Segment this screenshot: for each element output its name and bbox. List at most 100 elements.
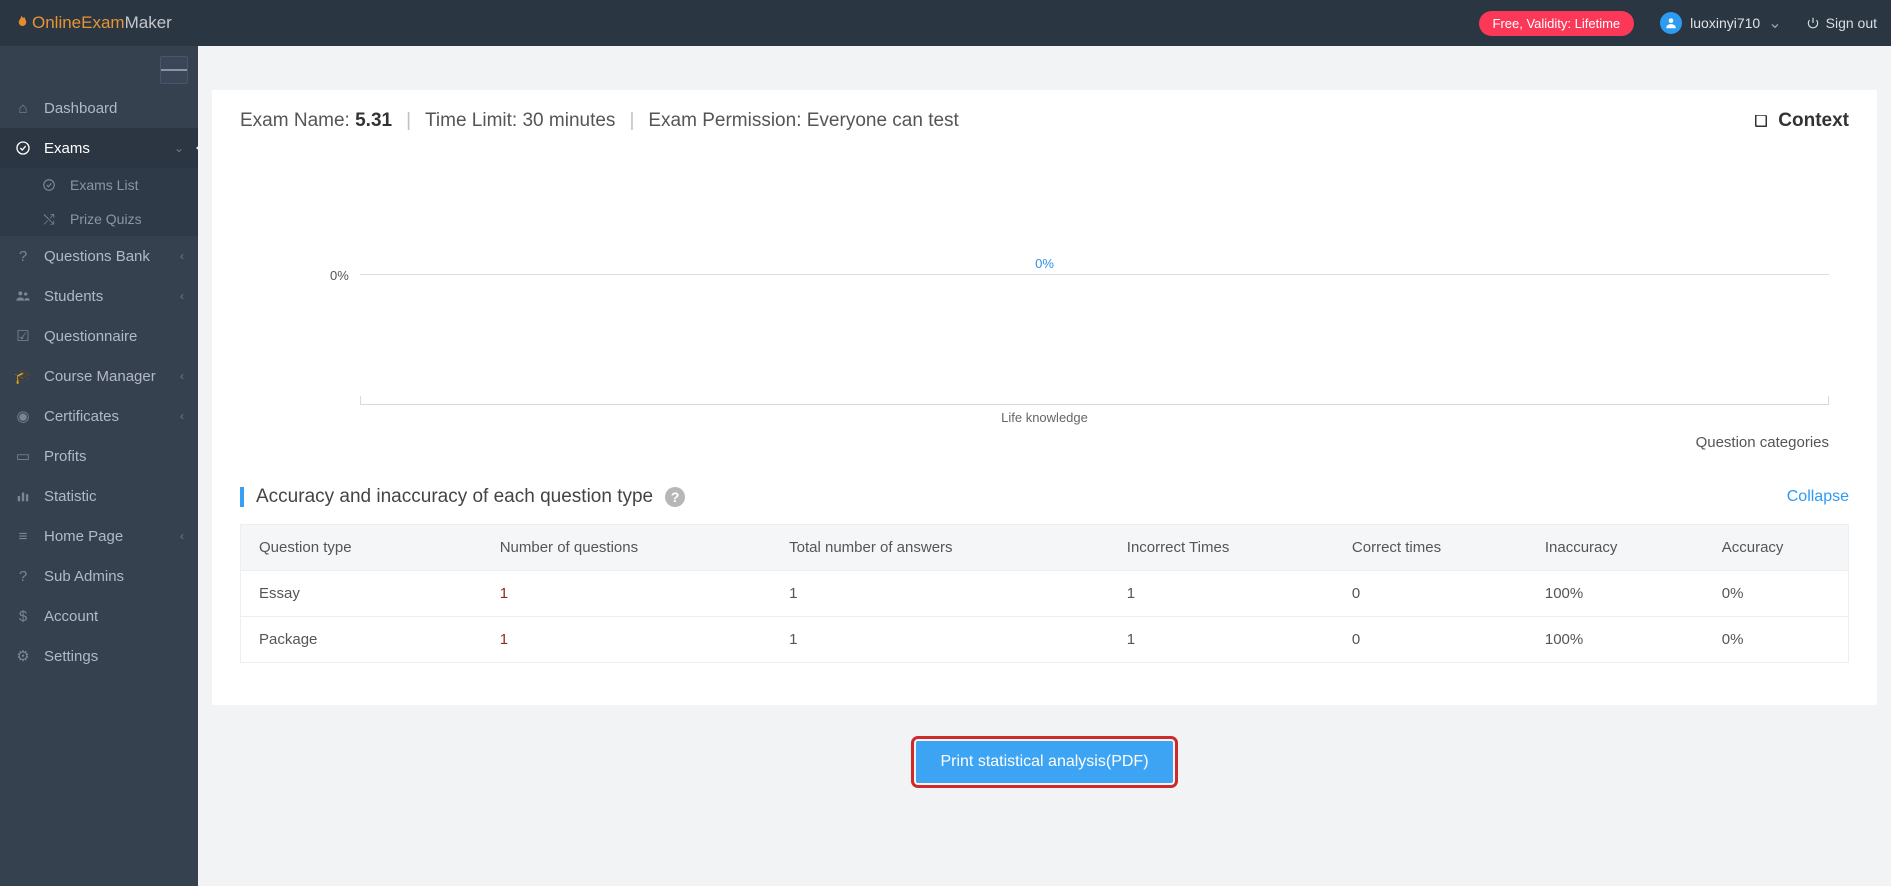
- chart-x-axis-title: Question categories: [1696, 434, 1829, 451]
- graduation-icon: 🎓: [14, 367, 32, 385]
- table-row: Package 1 1 1 0 100% 0%: [241, 617, 1849, 663]
- bar-chart-icon: [14, 489, 32, 503]
- exam-header: Exam Name: 5.31 | Time Limit: 30 minutes…: [212, 90, 1877, 152]
- chevron-down-icon: ⌄: [174, 141, 184, 155]
- table-cell: 0: [1334, 571, 1527, 617]
- collapse-button[interactable]: Collapse: [1787, 488, 1849, 506]
- accuracy-table: Question type Number of questions Total …: [240, 524, 1849, 663]
- table-cell: 1: [1109, 617, 1334, 663]
- sidebar-item-profits[interactable]: ▭ Profits: [0, 436, 198, 476]
- chart-x-category: Life knowledge: [1001, 410, 1088, 425]
- gear-icon: ⚙: [14, 647, 32, 665]
- exam-name: Exam Name: 5.31: [240, 110, 392, 132]
- table-cell: 0%: [1704, 571, 1849, 617]
- help-icon[interactable]: ?: [665, 487, 685, 507]
- table-header: Question type: [241, 525, 482, 571]
- exam-name-value: 5.31: [355, 110, 392, 131]
- sidebar-toggle[interactable]: [160, 56, 188, 84]
- question-icon: ?: [14, 248, 32, 265]
- sidebar-item-label: Certificates: [44, 408, 168, 425]
- table-header: Accuracy: [1704, 525, 1849, 571]
- exam-name-label: Exam Name:: [240, 110, 355, 131]
- table-header: Number of questions: [482, 525, 771, 571]
- users-icon: [14, 288, 32, 304]
- sidebar-item-exams-list[interactable]: Exams List: [0, 168, 198, 202]
- signout-button[interactable]: Sign out: [1806, 15, 1877, 31]
- table-cell: Package: [241, 617, 482, 663]
- chevron-left-icon: ‹: [180, 289, 184, 303]
- divider: |: [629, 110, 634, 132]
- sidebar-item-label: Course Manager: [44, 368, 168, 385]
- exam-permission: Exam Permission: Everyone can test: [648, 110, 958, 132]
- sidebar-item-label: Questionnaire: [44, 328, 184, 345]
- brand-text-b: Maker: [125, 13, 172, 32]
- check-circle-icon: [14, 140, 32, 156]
- sidebar-item-label: Dashboard: [44, 100, 184, 117]
- section-accent: [240, 487, 244, 507]
- sidebar-item-label: Prize Quizs: [70, 211, 184, 227]
- flame-icon: [12, 14, 30, 32]
- chevron-left-icon: ‹: [180, 409, 184, 423]
- sidebar-item-students[interactable]: Students ‹: [0, 276, 198, 316]
- context-button[interactable]: Context: [1752, 110, 1849, 132]
- main-content: Exam Name: 5.31 | Time Limit: 30 minutes…: [198, 46, 1891, 886]
- table-cell: 100%: [1527, 571, 1704, 617]
- question-icon: ?: [14, 568, 32, 585]
- sidebar-item-label: Exams List: [70, 177, 184, 193]
- plan-badge[interactable]: Free, Validity: Lifetime: [1479, 11, 1635, 36]
- topbar: OnlineExamMaker Free, Validity: Lifetime…: [0, 0, 1891, 46]
- body-card: 0% 0% Life knowledge Question categories…: [212, 152, 1877, 705]
- sidebar-item-questionnaire[interactable]: ☑ Questionnaire: [0, 316, 198, 356]
- sidebar-item-settings[interactable]: ⚙ Settings: [0, 636, 198, 676]
- signout-label: Sign out: [1826, 15, 1877, 31]
- table-header: Inaccuracy: [1527, 525, 1704, 571]
- table-cell: 1: [771, 571, 1109, 617]
- sidebar-item-label: Home Page: [44, 528, 168, 545]
- sidebar-item-label: Profits: [44, 448, 184, 465]
- table-cell[interactable]: 1: [482, 571, 771, 617]
- user-menu[interactable]: luoxinyi710 ⌄: [1660, 12, 1781, 34]
- chart-tick: [360, 396, 361, 404]
- table-header: Correct times: [1334, 525, 1527, 571]
- table-cell: 1: [1109, 571, 1334, 617]
- chevron-left-icon: ‹: [180, 369, 184, 383]
- check-circle-icon: [40, 178, 58, 192]
- sidebar-item-label: Exams: [44, 140, 162, 157]
- chevron-down-icon: ⌄: [1768, 13, 1781, 33]
- table-cell: 100%: [1527, 617, 1704, 663]
- username-label: luoxinyi710: [1690, 15, 1760, 31]
- sidebar-item-dashboard[interactable]: ⌂ Dashboard: [0, 88, 198, 128]
- avatar: [1660, 12, 1682, 34]
- sidebar-item-sub-admins[interactable]: ? Sub Admins: [0, 556, 198, 596]
- print-pdf-button[interactable]: Print statistical analysis(PDF): [916, 741, 1172, 783]
- sidebar-item-account[interactable]: $ Account: [0, 596, 198, 636]
- table-cell: 1: [771, 617, 1109, 663]
- sidebar-item-certificates[interactable]: ◉ Certificates ‹: [0, 396, 198, 436]
- section-header: Accuracy and inaccuracy of each question…: [240, 486, 1849, 508]
- table-header-row: Question type Number of questions Total …: [241, 525, 1849, 571]
- sidebar-item-label: Sub Admins: [44, 568, 184, 585]
- dollar-icon: $: [14, 608, 32, 625]
- brand-logo[interactable]: OnlineExamMaker: [12, 13, 172, 33]
- chart-tick: [1828, 396, 1829, 404]
- table-header: Total number of answers: [771, 525, 1109, 571]
- sidebar-item-label: Questions Bank: [44, 248, 168, 265]
- sidebar-item-statistic[interactable]: Statistic: [0, 476, 198, 516]
- chart-bar-label: 0%: [1035, 256, 1054, 271]
- sidebar-item-questions-bank[interactable]: ? Questions Bank ‹: [0, 236, 198, 276]
- certificate-icon: ◉: [14, 407, 32, 425]
- sidebar-item-label: Settings: [44, 648, 184, 665]
- check-square-icon: ☑: [14, 327, 32, 345]
- sidebar-item-home-page[interactable]: ≡ Home Page ‹: [0, 516, 198, 556]
- time-limit: Time Limit: 30 minutes: [425, 110, 615, 132]
- table-cell: Essay: [241, 571, 482, 617]
- divider: |: [406, 110, 411, 132]
- chart-x-axis: [360, 404, 1829, 405]
- table-cell[interactable]: 1: [482, 617, 771, 663]
- chart-y-tick: 0%: [330, 268, 349, 283]
- home-icon: ⌂: [14, 100, 32, 117]
- sidebar-item-prize-quizs[interactable]: ⤭ Prize Quizs: [0, 202, 198, 236]
- section-title: Accuracy and inaccuracy of each question…: [256, 486, 653, 508]
- sidebar-item-course-manager[interactable]: 🎓 Course Manager ‹: [0, 356, 198, 396]
- sidebar-item-exams[interactable]: Exams ⌄: [0, 128, 198, 168]
